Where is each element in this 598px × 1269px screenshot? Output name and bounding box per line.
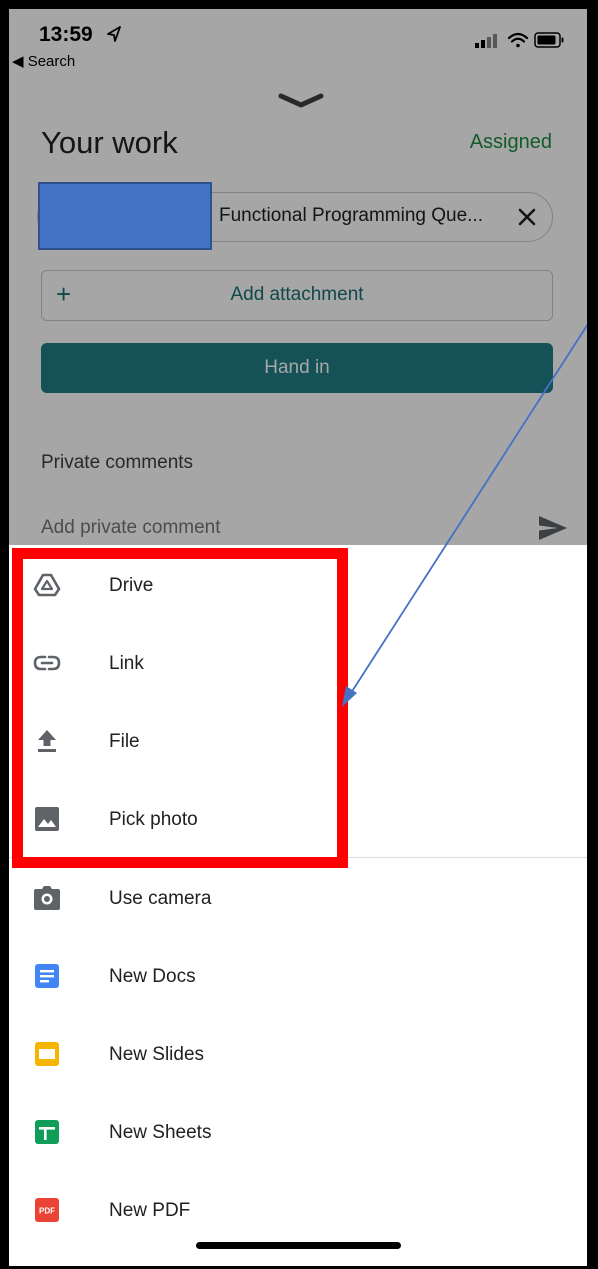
drive-icon (33, 573, 61, 597)
menu-item-label: Drive (109, 575, 154, 596)
phone-screen: 13:59 ◀ Search Your work Assigned Functi… (9, 9, 587, 1266)
wifi-icon (507, 32, 529, 48)
svg-text:PDF: PDF (39, 1207, 55, 1216)
menu-item-use-camera[interactable]: Use camera (9, 858, 587, 936)
home-indicator (196, 1242, 401, 1249)
menu-item-new-docs[interactable]: New Docs (9, 936, 587, 1014)
page-title: Your work (41, 125, 178, 160)
photo-icon (35, 807, 59, 831)
status-badge: Assigned (469, 131, 552, 153)
menu-item-new-pdf[interactable]: PDF New PDF (9, 1170, 587, 1248)
status-indicators (475, 32, 564, 48)
docs-icon (35, 964, 59, 988)
menu-item-label: New Docs (109, 966, 196, 987)
redacted-thumbnail (38, 182, 212, 250)
link-icon (33, 655, 61, 671)
menu-item-drive[interactable]: Drive (9, 545, 587, 623)
menu-item-label: Use camera (109, 888, 212, 909)
close-icon[interactable] (514, 204, 540, 230)
add-attachment-label: Add attachment (230, 284, 364, 305)
location-arrow-icon (107, 26, 121, 42)
menu-item-label: Link (109, 653, 144, 674)
attachment-menu-sheet: Drive Link File Pick photo Use camera Ne… (9, 545, 587, 1266)
upload-icon (38, 730, 56, 752)
private-comments-heading: Private comments (41, 452, 194, 473)
back-to-search-link[interactable]: ◀ Search (12, 52, 75, 70)
menu-item-label: New Sheets (109, 1122, 212, 1143)
private-comment-input[interactable] (41, 517, 521, 539)
hand-in-label: Hand in (264, 357, 330, 378)
menu-item-label: Pick photo (109, 809, 198, 830)
menu-item-label: New Slides (109, 1044, 205, 1065)
slides-icon (35, 1042, 59, 1066)
sheets-icon (35, 1120, 59, 1144)
camera-icon (34, 886, 60, 910)
menu-item-link[interactable]: Link (9, 623, 587, 701)
menu-item-pick-photo[interactable]: Pick photo (9, 779, 587, 857)
menu-item-file[interactable]: File (9, 701, 587, 779)
attachment-name[interactable]: Functional Programming Que... (219, 205, 483, 227)
cellular-signal-icon (475, 34, 497, 48)
assignment-screen: 13:59 ◀ Search Your work Assigned Functi… (9, 9, 587, 545)
pdf-icon: PDF (35, 1198, 59, 1222)
menu-item-label: New PDF (109, 1200, 191, 1221)
chevron-down-icon[interactable] (277, 91, 325, 111)
menu-item-new-slides[interactable]: New Slides (9, 1014, 587, 1092)
battery-icon (534, 32, 564, 48)
send-icon[interactable] (538, 515, 568, 541)
menu-item-label: File (109, 731, 140, 752)
menu-item-new-sheets[interactable]: New Sheets (9, 1092, 587, 1170)
status-time: 13:59 (39, 23, 93, 46)
